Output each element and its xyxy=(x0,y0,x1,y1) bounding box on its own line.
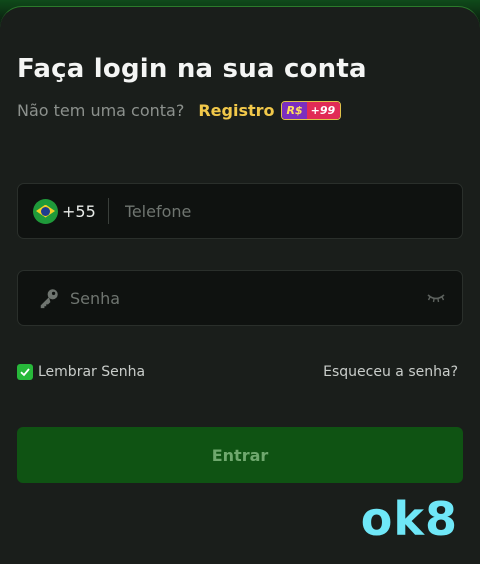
phone-field[interactable]: +55 xyxy=(17,183,463,239)
check-icon xyxy=(20,368,30,377)
remember-label: Lembrar Senha xyxy=(38,364,146,380)
eye-closed-icon[interactable] xyxy=(426,291,446,305)
register-prompt: Não tem uma conta? Registro R$ +99 xyxy=(17,101,342,120)
page-title: Faça login na sua conta xyxy=(17,54,367,84)
remember-checkbox[interactable] xyxy=(17,364,33,380)
bonus-currency: R$ xyxy=(281,102,307,119)
field-divider xyxy=(107,198,109,224)
bonus-badge[interactable]: R$ +99 xyxy=(280,101,342,120)
remember-password[interactable]: Lembrar Senha xyxy=(17,364,145,380)
password-field[interactable] xyxy=(17,270,463,326)
phone-input[interactable] xyxy=(122,200,447,222)
register-link[interactable]: Registro xyxy=(198,101,274,120)
country-code[interactable]: +55 xyxy=(62,202,96,221)
register-prompt-text: Não tem uma conta? xyxy=(17,101,185,120)
bonus-amount: +99 xyxy=(306,102,341,119)
ok8-watermark: ok8 xyxy=(360,492,458,546)
forgot-password-link[interactable]: Esqueceu a senha? xyxy=(323,364,458,380)
brazil-flag-icon[interactable] xyxy=(33,198,58,224)
password-input[interactable] xyxy=(68,287,402,309)
login-button[interactable]: Entrar xyxy=(17,427,463,483)
key-icon xyxy=(40,289,58,309)
